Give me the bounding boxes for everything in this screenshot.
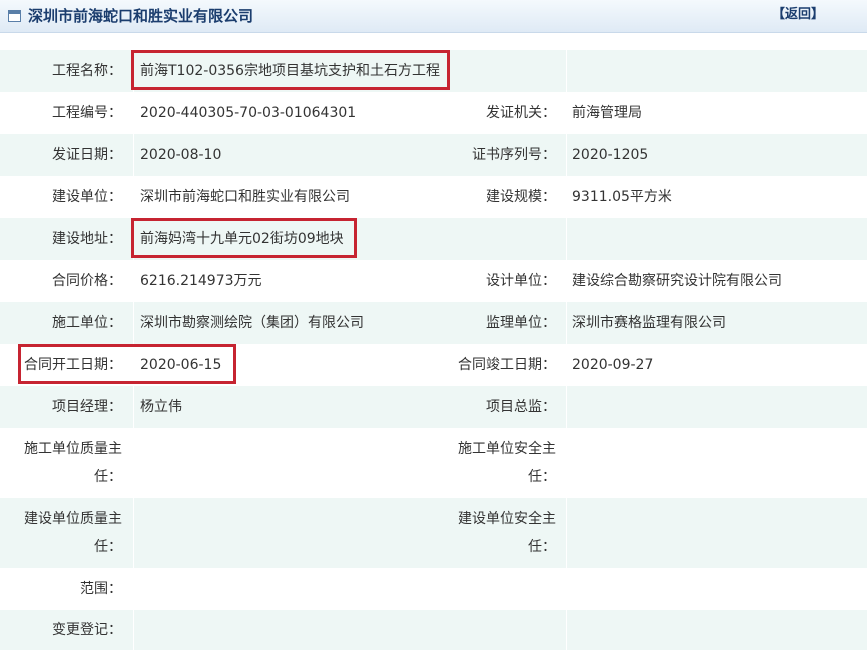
label-line: 施工单位安全主 (458, 441, 556, 457)
construction-scale-value: 9311.05平方米 (572, 189, 672, 205)
issue-date-value: 2020-08-10 (140, 147, 222, 163)
table-row: 变更登记： (0, 610, 867, 650)
change-registration-label: 变更登记： (52, 622, 122, 638)
highlight-box-contract-start-date (18, 344, 236, 384)
table-row: 施工单位： 深圳市勘察测绘院（集团）有限公司 监理单位： 深圳市赛格监理有限公司 (0, 302, 867, 344)
design-unit-label: 设计单位： (486, 273, 556, 289)
table-row: 建设单位质量主 任： 建设单位安全主 任： (0, 498, 867, 568)
construction-unit-value: 深圳市勘察测绘院（集团）有限公司 (140, 315, 364, 331)
window-icon (8, 10, 21, 22)
label-line: 建设单位安全主 (458, 511, 556, 527)
page-title: 深圳市前海蛇口和胜实业有限公司 (28, 7, 254, 25)
label-line: 任： (528, 469, 556, 485)
certificate-serial-value: 2020-1205 (572, 147, 649, 163)
issuing-authority-label: 发证机关： (486, 105, 556, 121)
table-row: 工程编号： 2020-440305-70-03-01064301 发证机关： 前… (0, 92, 867, 134)
highlight-box-project-name (131, 50, 450, 90)
label-line: 任： (94, 469, 122, 485)
contract-completion-date-label: 合同竣工日期： (458, 357, 556, 373)
project-manager-value: 杨立伟 (140, 399, 182, 415)
table-row: 发证日期： 2020-08-10 证书序列号： 2020-1205 (0, 134, 867, 176)
label-line: 建设单位质量主 (24, 511, 122, 527)
project-number-label: 工程编号： (52, 105, 122, 121)
construction-quality-director-label: 施工单位质量主 任： (0, 435, 122, 491)
supervision-unit-label: 监理单位： (486, 315, 556, 331)
chief-supervisor-label: 项目总监： (486, 399, 556, 415)
table-row: 施工单位质量主 任： 施工单位安全主 任： (0, 428, 867, 498)
project-manager-label: 项目经理： (52, 399, 122, 415)
supervision-unit-value: 深圳市赛格监理有限公司 (572, 315, 726, 331)
contract-completion-date-value: 2020-09-27 (572, 357, 654, 373)
table-row: 合同价格： 6216.214973万元 设计单位： 建设综合勘察研究设计院有限公… (0, 260, 867, 302)
table-row: 范围： (0, 568, 867, 610)
issuing-authority-value: 前海管理局 (572, 105, 642, 121)
contract-price-label: 合同价格： (52, 273, 122, 289)
highlight-box-construction-address (131, 218, 357, 258)
label-line: 施工单位质量主 (24, 441, 122, 457)
project-name-label: 工程名称： (52, 63, 122, 79)
certificate-serial-label: 证书序列号： (472, 147, 556, 163)
construction-address-label: 建设地址： (52, 231, 122, 247)
table-row: 项目经理： 杨立伟 项目总监： (0, 386, 867, 428)
title-bar: 深圳市前海蛇口和胜实业有限公司 【返回】 (0, 0, 867, 33)
label-line: 任： (94, 539, 122, 555)
developer-label: 建设单位： (52, 189, 122, 205)
construction-safety-director-label: 施工单位安全主 任： (420, 435, 556, 491)
issue-date-label: 发证日期： (52, 147, 122, 163)
construction-unit-label: 施工单位： (52, 315, 122, 331)
project-number-value: 2020-440305-70-03-01064301 (140, 105, 357, 121)
construction-scale-label: 建设规模： (486, 189, 556, 205)
contract-price-value: 6216.214973万元 (140, 273, 262, 289)
table-row: 建设单位： 深圳市前海蛇口和胜实业有限公司 建设规模： 9311.05平方米 (0, 176, 867, 218)
scope-label: 范围： (80, 581, 122, 597)
developer-safety-director-label: 建设单位安全主 任： (420, 505, 556, 561)
label-line: 任： (528, 539, 556, 555)
developer-quality-director-label: 建设单位质量主 任： (0, 505, 122, 561)
back-link[interactable]: 【返回】 (772, 6, 824, 24)
developer-value: 深圳市前海蛇口和胜实业有限公司 (140, 189, 350, 205)
design-unit-value: 建设综合勘察研究设计院有限公司 (572, 273, 782, 289)
